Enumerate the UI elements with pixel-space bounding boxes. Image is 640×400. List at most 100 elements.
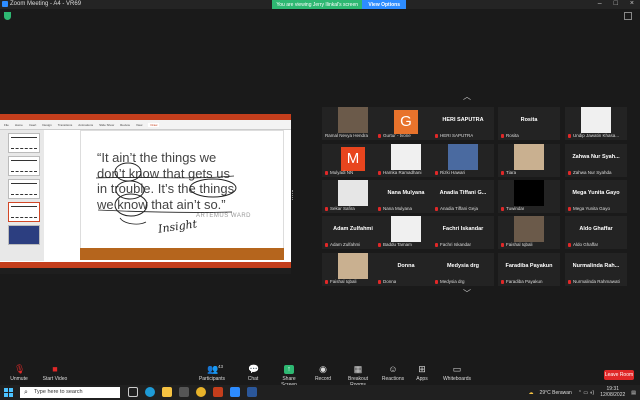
system-tray: ☁ 29°C Berawan ⌃ ▭ ◖) 19:31 12/08/2022 ▤ (529, 386, 636, 398)
video-off-icon: ■ (52, 364, 58, 374)
mic-muted-icon (568, 242, 571, 247)
record-button[interactable]: ◉ Record (314, 365, 332, 383)
search-icon: ⌕ (24, 389, 28, 396)
participant-display-name: Anadia Tiffani G... (439, 190, 487, 196)
participant-tile[interactable]: Donna Donna (375, 253, 437, 286)
windows-start-icon[interactable] (4, 388, 13, 397)
mic-muted-icon (568, 206, 571, 211)
participant-display-name: Donna (397, 263, 415, 269)
participant-display-name: Nurmalinda Rah... (572, 263, 620, 269)
participant-tile[interactable]: Rosita Rosita (498, 107, 560, 140)
participant-tile[interactable]: Mega Yunita Gayo Mega Yunita Gayo (565, 180, 627, 213)
notifications-icon[interactable]: ▤ (631, 390, 636, 396)
participants-icon: 👥 (207, 364, 219, 374)
participant-name-label: Aldo Ghaffar (568, 242, 598, 247)
security-shield-icon[interactable] (4, 12, 11, 20)
participant-name-label: Mega Yunita Gayo (568, 206, 610, 211)
participant-tile[interactable]: Aldo Ghaffar Aldo Ghaffar (565, 216, 627, 249)
apps-button[interactable]: ⊞ Apps (415, 364, 429, 383)
mic-muted-icon (568, 279, 571, 284)
store-icon[interactable] (179, 387, 189, 397)
powerpoint-icon[interactable] (213, 387, 223, 397)
taskbar-search-input[interactable]: ⌕ Type here to search (20, 387, 120, 398)
reactions-button[interactable]: ☺ Reactions (381, 365, 405, 383)
maximize-icon[interactable]: □ (614, 0, 618, 7)
participant-display-name: Nana Mulyana (387, 190, 425, 196)
mic-muted-icon (435, 133, 438, 138)
participant-display-name: Mega Yunita Gayo (572, 190, 620, 196)
chrome-icon[interactable] (196, 387, 206, 397)
participant-name-label: Rizki Hawari (435, 170, 465, 175)
slide-thumbnail (8, 133, 40, 153)
mic-muted-icon (501, 170, 504, 175)
mic-muted-icon (501, 279, 504, 284)
participant-name-label: Sekar Safira (325, 206, 355, 211)
slide-thumbnail-selected (8, 202, 40, 222)
tray-icons[interactable]: ⌃ ▭ ◖) (578, 390, 594, 396)
participant-video (514, 144, 544, 170)
participant-tile[interactable]: G Gurtur - tvone (375, 107, 437, 140)
participant-tile[interactable]: Anadia Tiffani G... Anadia Tiffani Geja (432, 180, 494, 213)
participant-tile[interactable]: Medysia drg Medysia drg (432, 253, 494, 286)
participant-tile[interactable]: Tiara (498, 144, 560, 177)
window-controls: – □ × (598, 0, 634, 7)
slide-thumbnails (0, 130, 44, 261)
whiteboards-button[interactable]: ▭ Whiteboards (442, 365, 472, 383)
participant-name-label: Undip Jawatin Khasa... (568, 133, 619, 138)
participant-name-label: Zahwa Nur Syahda (568, 170, 612, 175)
participant-tile[interactable]: Nurmalinda Rah... Nurmalinda Rahmawati (565, 253, 627, 286)
participant-name-label: Faishal Iqbali (325, 279, 357, 284)
slide-thumbnail (8, 156, 40, 176)
participant-display-name: Medysia drg (446, 263, 480, 269)
participant-tile[interactable]: Fachri Iskandar Fachri Iskandar (432, 216, 494, 249)
participant-tile[interactable]: Faishal Iqbali (498, 216, 560, 249)
mic-muted-icon (325, 279, 328, 284)
view-layout-icon[interactable] (624, 12, 632, 20)
participant-video (448, 144, 478, 170)
mic-muted-icon (435, 242, 438, 247)
participant-display-name: Fachri Iskandar (442, 226, 484, 232)
file-explorer-icon[interactable] (162, 387, 172, 397)
windows-taskbar: ⌕ Type here to search ☁ 29°C Berawan ⌃ ▭… (0, 385, 640, 400)
participant-tile[interactable]: Undip Jawatin Khasa... (565, 107, 627, 140)
gallery-next-icon[interactable]: ﹀ (461, 290, 473, 298)
chat-button[interactable]: 💬 Chat (244, 365, 262, 383)
minimize-icon[interactable]: – (598, 0, 602, 7)
participant-tile[interactable]: Faradiba Payakun Faradiba Payakun (498, 253, 560, 286)
participant-name-label: Nana Mulyana (378, 206, 412, 211)
zoom-icon[interactable] (230, 387, 240, 397)
start-video-button[interactable]: ■ Start Video (40, 364, 70, 383)
leave-room-button[interactable]: Leave Room (604, 370, 634, 380)
participant-name-label: HERI SAPUTRA (435, 133, 473, 138)
participant-tile[interactable]: Rizki Hawari (432, 144, 494, 177)
participant-video (338, 107, 368, 133)
share-screen-icon: ↑ (284, 365, 294, 374)
mic-muted-icon (568, 133, 571, 138)
word-icon[interactable] (247, 387, 257, 397)
drag-handle-icon[interactable] (292, 190, 294, 200)
participant-tile[interactable]: Nana Mulyana Nana Mulyana (375, 180, 437, 213)
participant-tile[interactable]: Zahwa Nur Syah... Zahwa Nur Syahda (565, 144, 627, 177)
participant-logo (581, 107, 611, 133)
unmute-button[interactable]: 🎙 Unmute (6, 365, 32, 383)
gallery-prev-icon[interactable]: ︿ (461, 93, 473, 101)
participant-tile[interactable]: HERI SAPUTRA HERI SAPUTRA (432, 107, 494, 140)
view-options-button[interactable]: View Options (362, 0, 406, 9)
participant-tile[interactable]: Hamka Ramadhani (375, 144, 437, 177)
close-icon[interactable]: × (630, 0, 634, 7)
mic-muted-icon (378, 170, 381, 175)
participant-display-name: Rosita (520, 117, 538, 123)
participant-tile[interactable]: Baddu Tamam (375, 216, 437, 249)
slide-quote: “It ain’t the things we don’t know that … (97, 150, 235, 212)
clock[interactable]: 19:31 12/08/2022 (600, 386, 625, 398)
mic-muted-icon (378, 279, 381, 284)
participant-tile[interactable]: Tuwindar (498, 180, 560, 213)
window-title: Zoom Meeting - A4 - VR69 (10, 1, 82, 7)
edge-icon[interactable] (145, 387, 155, 397)
apps-icon: ⊞ (418, 364, 426, 374)
participant-name-label: Tiara (501, 170, 516, 175)
mic-muted-icon (435, 206, 438, 211)
task-view-icon[interactable] (128, 387, 138, 397)
share-banner: You are viewing Jerry Ilinkal's screen V… (272, 0, 406, 9)
share-banner-message: You are viewing Jerry Ilinkal's screen (276, 1, 359, 8)
